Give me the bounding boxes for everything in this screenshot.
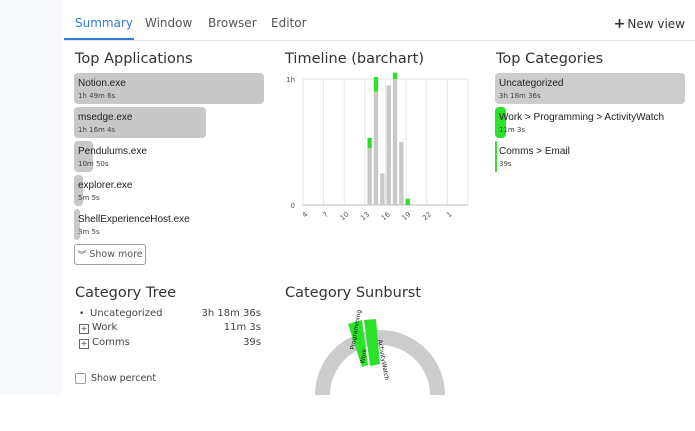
category-bar-item[interactable]: Comms > Email 39s [495,141,685,172]
tree-row-name: Work [92,322,118,333]
timeline-bar [367,137,372,149]
double-chevron-down-icon: ︾ [77,251,87,261]
tab-browser[interactable]: Browser [208,16,257,30]
app-duration: 10m 50s [78,160,109,168]
app-bar-item[interactable]: explorer.exe 5m 5s [74,175,264,206]
timeline-bar [373,76,379,92]
tab-summary[interactable]: Summary [75,16,133,30]
x-tick-label: 10 [339,210,351,222]
timeline-bar [367,148,372,205]
app-name: Pendulums.exe [78,146,147,157]
app-name: msedge.exe [78,112,133,123]
category-bar-fill [495,141,497,172]
app-bar-item[interactable]: ShellExperienceHost.exe 3m 5s [74,209,264,240]
category-bar-item[interactable]: Work > Programming > ActivityWatch 11m 3… [495,107,685,138]
app-duration: 1h 49m 6s [78,92,116,100]
expand-icon[interactable]: + [79,339,89,349]
category-sunburst-title: Category Sunburst [285,285,422,301]
category-name: Comms > Email [499,146,570,157]
sidebar [0,0,62,395]
category-name: Uncategorized [499,78,564,89]
bottom-strip [0,395,695,431]
category-duration: 11m 3s [499,126,526,134]
view-tabbar: Summary Window Browser Editor + New view [64,0,695,41]
category-duration: 3h 18m 36s [499,92,541,100]
timeline-chart: 0 1h 4 7 10 13 16 19 22 1 [286,72,469,222]
bullet-icon: • [79,309,85,319]
timeline-bar [386,85,391,205]
x-tick-label: 19 [400,210,412,222]
y-tick-label: 0 [291,202,295,210]
top-categories-title: Top Categories [496,51,604,67]
tree-row-duration: 3h 18m 36s [201,308,261,319]
category-bar-item[interactable]: Uncategorized 3h 18m 36s [495,73,685,104]
tab-window[interactable]: Window [145,16,192,30]
category-name: Work > Programming > ActivityWatch [499,112,665,123]
show-percent-checkbox[interactable] [75,373,86,384]
tree-row-duration: 39s [243,337,261,348]
app-bar-item[interactable]: msedge.exe 1h 16m 4s [74,107,264,138]
tab-editor[interactable]: Editor [271,16,307,30]
timeline-title: Timeline (barchart) [285,51,425,67]
app-bar-item[interactable]: Pendulums.exe 10m 50s [74,141,264,172]
category-duration: 39s [499,160,512,168]
tree-row[interactable]: + Comms 39s [79,337,261,351]
timeline-bar [392,79,398,205]
x-tick-label: 1 [445,210,454,219]
app-name: ShellExperienceHost.exe [78,214,190,225]
tree-row-duration: 11m 3s [223,322,261,333]
new-view-button[interactable]: + New view [614,16,685,32]
category-tree-title: Category Tree [75,285,177,301]
tree-row-name: Uncategorized [90,308,163,319]
app-duration: 5m 5s [78,194,100,202]
timeline-bar [373,91,379,205]
app-bar-item[interactable]: Notion.exe 1h 49m 6s [74,73,264,104]
x-tick-label: 7 [321,210,330,219]
show-percent-toggle[interactable]: Show percent [75,373,156,384]
tree-row[interactable]: • Uncategorized 3h 18m 36s [79,308,261,322]
show-more-button[interactable]: ︾ Show more [74,244,146,265]
timeline-bar [399,142,404,205]
plus-icon: + [613,16,626,32]
expand-icon[interactable]: + [79,324,89,334]
timeline-bar [392,72,398,79]
category-sunburst-chart: Programming Work ActivityWatch [315,309,445,395]
app-name: explorer.exe [78,180,133,191]
new-view-label: New view [627,17,685,31]
x-tick-label: 16 [380,210,392,222]
x-tick-label: 22 [421,210,433,222]
tree-row[interactable]: + Work 11m 3s [79,322,261,336]
show-more-label: Show more [89,249,143,260]
app-name: Notion.exe [78,78,126,89]
show-percent-label: Show percent [91,373,157,384]
x-tick-label: 4 [301,210,310,219]
app-duration: 3m 5s [78,228,100,236]
tree-row-name: Comms [92,337,130,348]
y-tick-label: 1h [286,76,295,84]
x-tick-label: 13 [359,210,371,222]
timeline-bar [405,198,410,205]
top-applications-title: Top Applications [75,51,193,67]
app-duration: 1h 16m 4s [78,126,116,134]
active-tab-indicator [64,38,134,40]
timeline-bar [380,173,385,205]
